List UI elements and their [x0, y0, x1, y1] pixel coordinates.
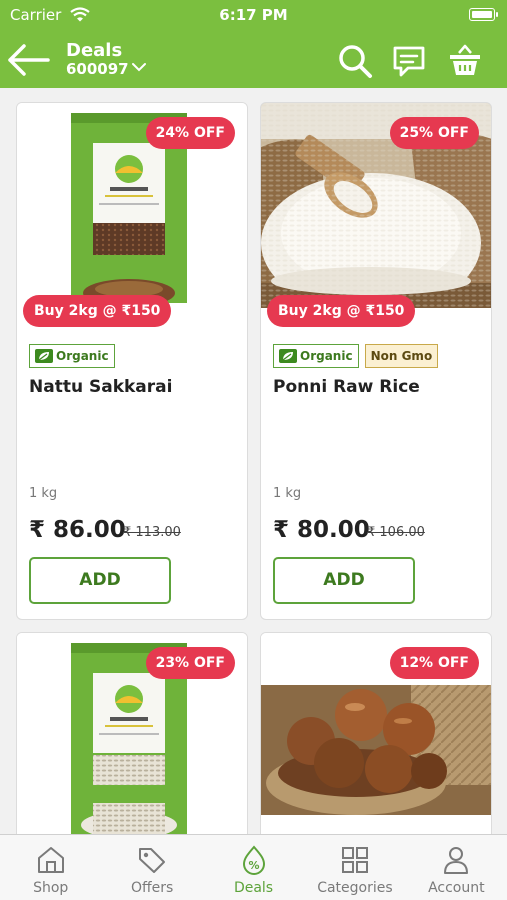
product-quantity: 1 kg — [29, 486, 58, 501]
discount-badge: 25% OFF — [389, 117, 479, 149]
tab-account[interactable]: Account — [406, 835, 507, 900]
basket-icon[interactable] — [446, 42, 484, 80]
tab-label: Offers — [130, 880, 174, 896]
tab-deals[interactable]: % Deals — [203, 835, 304, 900]
add-button[interactable]: ADD — [29, 557, 171, 604]
product-card[interactable]: 23% OFF — [16, 632, 248, 834]
svg-text:%: % — [248, 859, 259, 872]
leaf-icon — [279, 349, 297, 363]
product-price: ₹ 80.00 — [273, 517, 370, 543]
offer-badge: Buy 2kg @ ₹150 — [23, 295, 172, 327]
nav-bar: Deals 600097 — [0, 30, 507, 88]
status-bar: Carrier 6:17 PM — [0, 0, 507, 30]
tag-list: Organic Non Gmo — [273, 344, 439, 368]
product-mrp: ₹ 106.00 — [367, 525, 425, 540]
tag-list: Organic — [29, 344, 115, 368]
tab-label: Deals — [233, 880, 274, 896]
chat-icon[interactable] — [390, 42, 428, 80]
tag-label: Organic — [300, 349, 353, 363]
organic-tag: Organic — [273, 344, 359, 368]
chevron-down-icon[interactable] — [132, 62, 146, 72]
product-quantity: 1 kg — [273, 486, 302, 501]
deals-icon: % — [242, 845, 265, 875]
product-card[interactable]: 24% OFF Buy 2kg @ ₹150 Organic Nattu Sak… — [16, 102, 248, 620]
search-icon[interactable] — [336, 42, 374, 80]
discount-badge: 23% OFF — [145, 647, 235, 679]
non-gmo-tag: Non Gmo — [364, 344, 439, 368]
tab-label: Categories — [317, 880, 393, 896]
tag-icon — [139, 848, 166, 873]
top-bar: Carrier 6:17 PM Deals 600097 — [0, 0, 507, 88]
grid-icon — [341, 847, 368, 873]
clock: 6:17 PM — [219, 6, 288, 24]
offer-badge: Buy 2kg @ ₹150 — [267, 295, 416, 327]
tab-shop[interactable]: Shop — [0, 835, 101, 900]
discount-badge: 12% OFF — [389, 647, 479, 679]
tab-label: Shop — [33, 880, 69, 896]
add-button[interactable]: ADD — [273, 557, 415, 604]
discount-badge: 24% OFF — [145, 117, 235, 149]
product-name: Ponni Raw Rice — [273, 377, 420, 397]
organic-tag: Organic — [29, 344, 115, 368]
tab-categories[interactable]: Categories — [304, 835, 405, 900]
product-price: ₹ 86.00 — [29, 517, 126, 543]
tab-offers[interactable]: Offers — [101, 835, 202, 900]
tab-bar: Shop Offers % Deals Categories Account — [0, 834, 507, 900]
back-arrow-icon[interactable] — [6, 40, 52, 80]
product-card[interactable]: 12% OFF — [260, 632, 492, 834]
pincode-selector[interactable]: 600097 — [66, 60, 129, 78]
product-name: Nattu Sakkarai — [29, 377, 173, 397]
person-icon — [444, 847, 469, 874]
leaf-icon — [35, 349, 53, 363]
tab-label: Account — [428, 880, 485, 896]
tag-label: Organic — [56, 349, 109, 363]
battery-icon — [469, 8, 498, 21]
deals-list[interactable]: 24% OFF Buy 2kg @ ₹150 Organic Nattu Sak… — [0, 88, 507, 834]
page-title: Deals — [66, 40, 123, 61]
home-icon — [37, 847, 64, 873]
product-card[interactable]: 25% OFF Buy 2kg @ ₹150 Organic Non Gmo P… — [260, 102, 492, 620]
product-mrp: ₹ 113.00 — [123, 525, 181, 540]
